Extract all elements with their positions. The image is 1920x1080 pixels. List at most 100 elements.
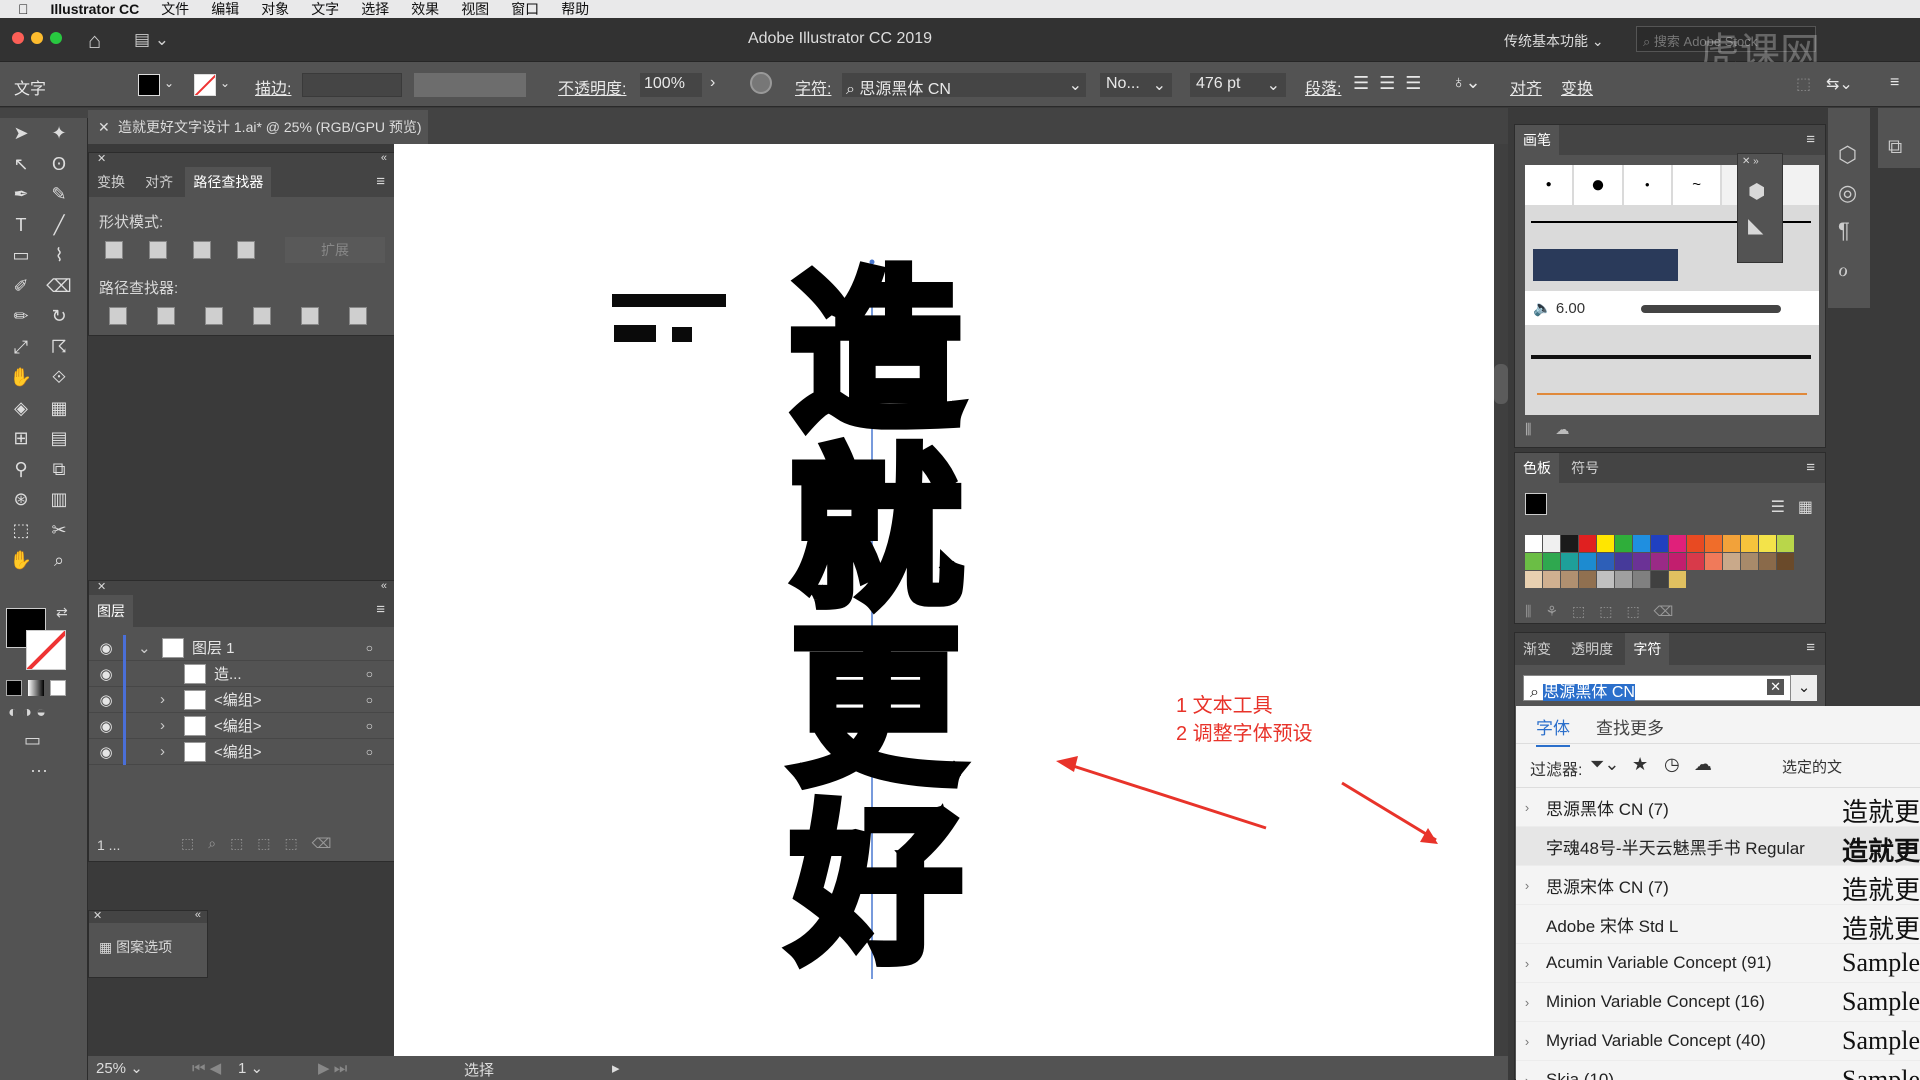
stroke-dropdown-icon[interactable]: ⌄ (220, 76, 230, 90)
close-tab-icon[interactable]: ✕ (98, 110, 110, 144)
toolbar-grip[interactable] (0, 108, 88, 118)
artboard[interactable]: 造 就 更 好 (394, 144, 1494, 1056)
clear-search-icon[interactable]: ✕ (1767, 679, 1784, 695)
visibility-eye-icon[interactable]: ◉ (89, 665, 123, 683)
direct-select-icon[interactable]: ↖ (8, 151, 34, 177)
expand-arrow-icon[interactable]: › (160, 743, 184, 760)
font-list-item[interactable]: Adobe 宋体 Std L 造就更 (1516, 905, 1920, 944)
swatch[interactable] (1543, 535, 1560, 552)
expand-button[interactable]: 扩展 (285, 237, 385, 263)
menu-file[interactable]: 文件 (161, 0, 189, 18)
swatch[interactable] (1651, 535, 1668, 552)
column-graph-icon[interactable]: ▥ (46, 486, 72, 512)
tab-character[interactable]: 字符 (1625, 633, 1670, 665)
close-panel-icon[interactable]: ✕ (93, 909, 102, 922)
shaper-icon[interactable]: ✐ (8, 273, 34, 299)
brush-footer-buttons[interactable]: ⫼ ☁ (1525, 421, 1579, 438)
layer-name[interactable]: <编组> (214, 689, 262, 710)
zoom-dropdown[interactable]: 25% ⌄ (96, 1059, 176, 1077)
opacity-field[interactable]: 100% (640, 73, 702, 97)
swatch[interactable] (1525, 571, 1542, 588)
tab-gradient[interactable]: 渐变 (1515, 633, 1559, 665)
target-circle-icon[interactable]: ○ (366, 641, 373, 655)
swatch[interactable] (1741, 535, 1758, 552)
menu-object[interactable]: 对象 (261, 0, 289, 18)
crop-button[interactable] (253, 307, 271, 325)
panel-menu-icon[interactable]: ≡ (376, 601, 385, 618)
artboard-nav-prev[interactable]: ⏮ ◀ (192, 1059, 221, 1077)
slice-icon[interactable]: ✂ (46, 517, 72, 543)
swatch[interactable] (1669, 535, 1686, 552)
target-circle-icon[interactable]: ○ (366, 693, 373, 707)
app-menu[interactable]: Illustrator CC (51, 0, 140, 18)
font-family-chevron[interactable]: › (1516, 995, 1538, 1010)
opentype-icon[interactable]: ℴ (1838, 250, 1860, 288)
perspective-icon[interactable]: ▦ (46, 395, 72, 421)
brush-options-icons[interactable]: ⬢ ◣ (1738, 169, 1782, 249)
layer-name[interactable]: <编组> (214, 715, 262, 736)
draw-mode-icons[interactable]: ◐ ◑ ◒ (8, 704, 46, 722)
fill-color-swatch[interactable] (138, 74, 160, 96)
swatch[interactable] (1741, 553, 1758, 570)
swatch[interactable] (1705, 553, 1722, 570)
collapse-panel-icon[interactable]: « (381, 580, 387, 592)
visibility-eye-icon[interactable]: ◉ (89, 639, 123, 657)
status-menu-icon[interactable]: ▸ (612, 1059, 620, 1077)
font-family-chevron[interactable]: › (1516, 878, 1538, 893)
swatch[interactable] (1759, 535, 1776, 552)
swatch[interactable] (1723, 535, 1740, 552)
tab-brushes[interactable]: 画笔 (1515, 125, 1559, 155)
paragraph-align-icons[interactable]: ☰☰☰ (1353, 73, 1431, 94)
swatch[interactable] (1525, 553, 1542, 570)
swatch[interactable] (1651, 553, 1668, 570)
zoom-icon[interactable]: ⌕ (46, 547, 72, 573)
visibility-eye-icon[interactable]: ◉ (89, 743, 123, 761)
swatch-footer-buttons[interactable]: ⫼⚘⬚⬚⬚⌫ (1525, 603, 1687, 620)
stroke-swatch[interactable] (26, 630, 66, 670)
lasso-icon[interactable]: ʘ (46, 151, 72, 177)
menu-select[interactable]: 选择 (361, 0, 389, 18)
puppet-warp-icon[interactable]: ✋ (8, 364, 34, 390)
layer-row[interactable]: ◉ ⌄ 图层 1 ○ (89, 634, 395, 661)
selection-icon[interactable]: ➤ (8, 120, 34, 146)
tab-align[interactable]: 对齐 (137, 167, 181, 197)
fill-dropdown-icon[interactable]: ⌄ (164, 76, 174, 90)
stroke-weight-field[interactable] (302, 73, 402, 97)
stroke-color-swatch[interactable] (194, 74, 216, 96)
tab-symbols[interactable]: 符号 (1563, 453, 1607, 483)
visibility-eye-icon[interactable]: ◉ (89, 717, 123, 735)
vertical-scrollbar[interactable] (1494, 144, 1508, 1056)
warp-icon[interactable]: ☈ (46, 334, 72, 360)
scale-icon[interactable]: ⤢ (8, 334, 34, 360)
target-circle-icon[interactable]: ○ (366, 719, 373, 733)
layer-row[interactable]: ◉ › <编组> ○ (89, 686, 395, 713)
symbol-sprayer-icon[interactable]: ⊛ (8, 486, 34, 512)
swatch[interactable] (1597, 571, 1614, 588)
artboard-number[interactable]: 1 ⌄ (238, 1059, 298, 1077)
shape-builder-icon[interactable]: ◈ (8, 395, 34, 421)
swatch[interactable] (1705, 535, 1722, 552)
collapse-panel-icon[interactable]: « (381, 152, 387, 164)
layer-row[interactable]: ◉ › <编组> ○ (89, 738, 395, 765)
edit-toolbar-icon[interactable]: ··· (30, 760, 48, 781)
swatch[interactable] (1615, 571, 1632, 588)
unite-button[interactable] (105, 241, 123, 259)
target-circle-icon[interactable]: ○ (366, 667, 373, 681)
layer-row[interactable]: ◉ › <编组> ○ (89, 712, 395, 739)
menu-type[interactable]: 文字 (311, 0, 339, 18)
font-family-chevron[interactable]: › (1516, 956, 1538, 971)
font-list-item[interactable]: › Minion Variable Concept (16) Sample (1516, 983, 1920, 1022)
calligraphic-brush-row[interactable]: 🔈 6.00 (1525, 291, 1819, 325)
pen-icon[interactable]: ✒ (8, 181, 34, 207)
layer-name[interactable]: 造... (214, 663, 242, 684)
control-menu-icon[interactable]: ≡ (1890, 74, 1899, 92)
swatch-grid[interactable] (1525, 535, 1795, 589)
swatch[interactable] (1777, 553, 1794, 570)
trim-button[interactable] (157, 307, 175, 325)
outline-button[interactable] (301, 307, 319, 325)
intersect-button[interactable] (193, 241, 211, 259)
expand-arrow-icon[interactable]: › (160, 691, 184, 708)
swatch[interactable] (1651, 571, 1668, 588)
swatch[interactable] (1561, 553, 1578, 570)
swatch[interactable] (1561, 571, 1578, 588)
